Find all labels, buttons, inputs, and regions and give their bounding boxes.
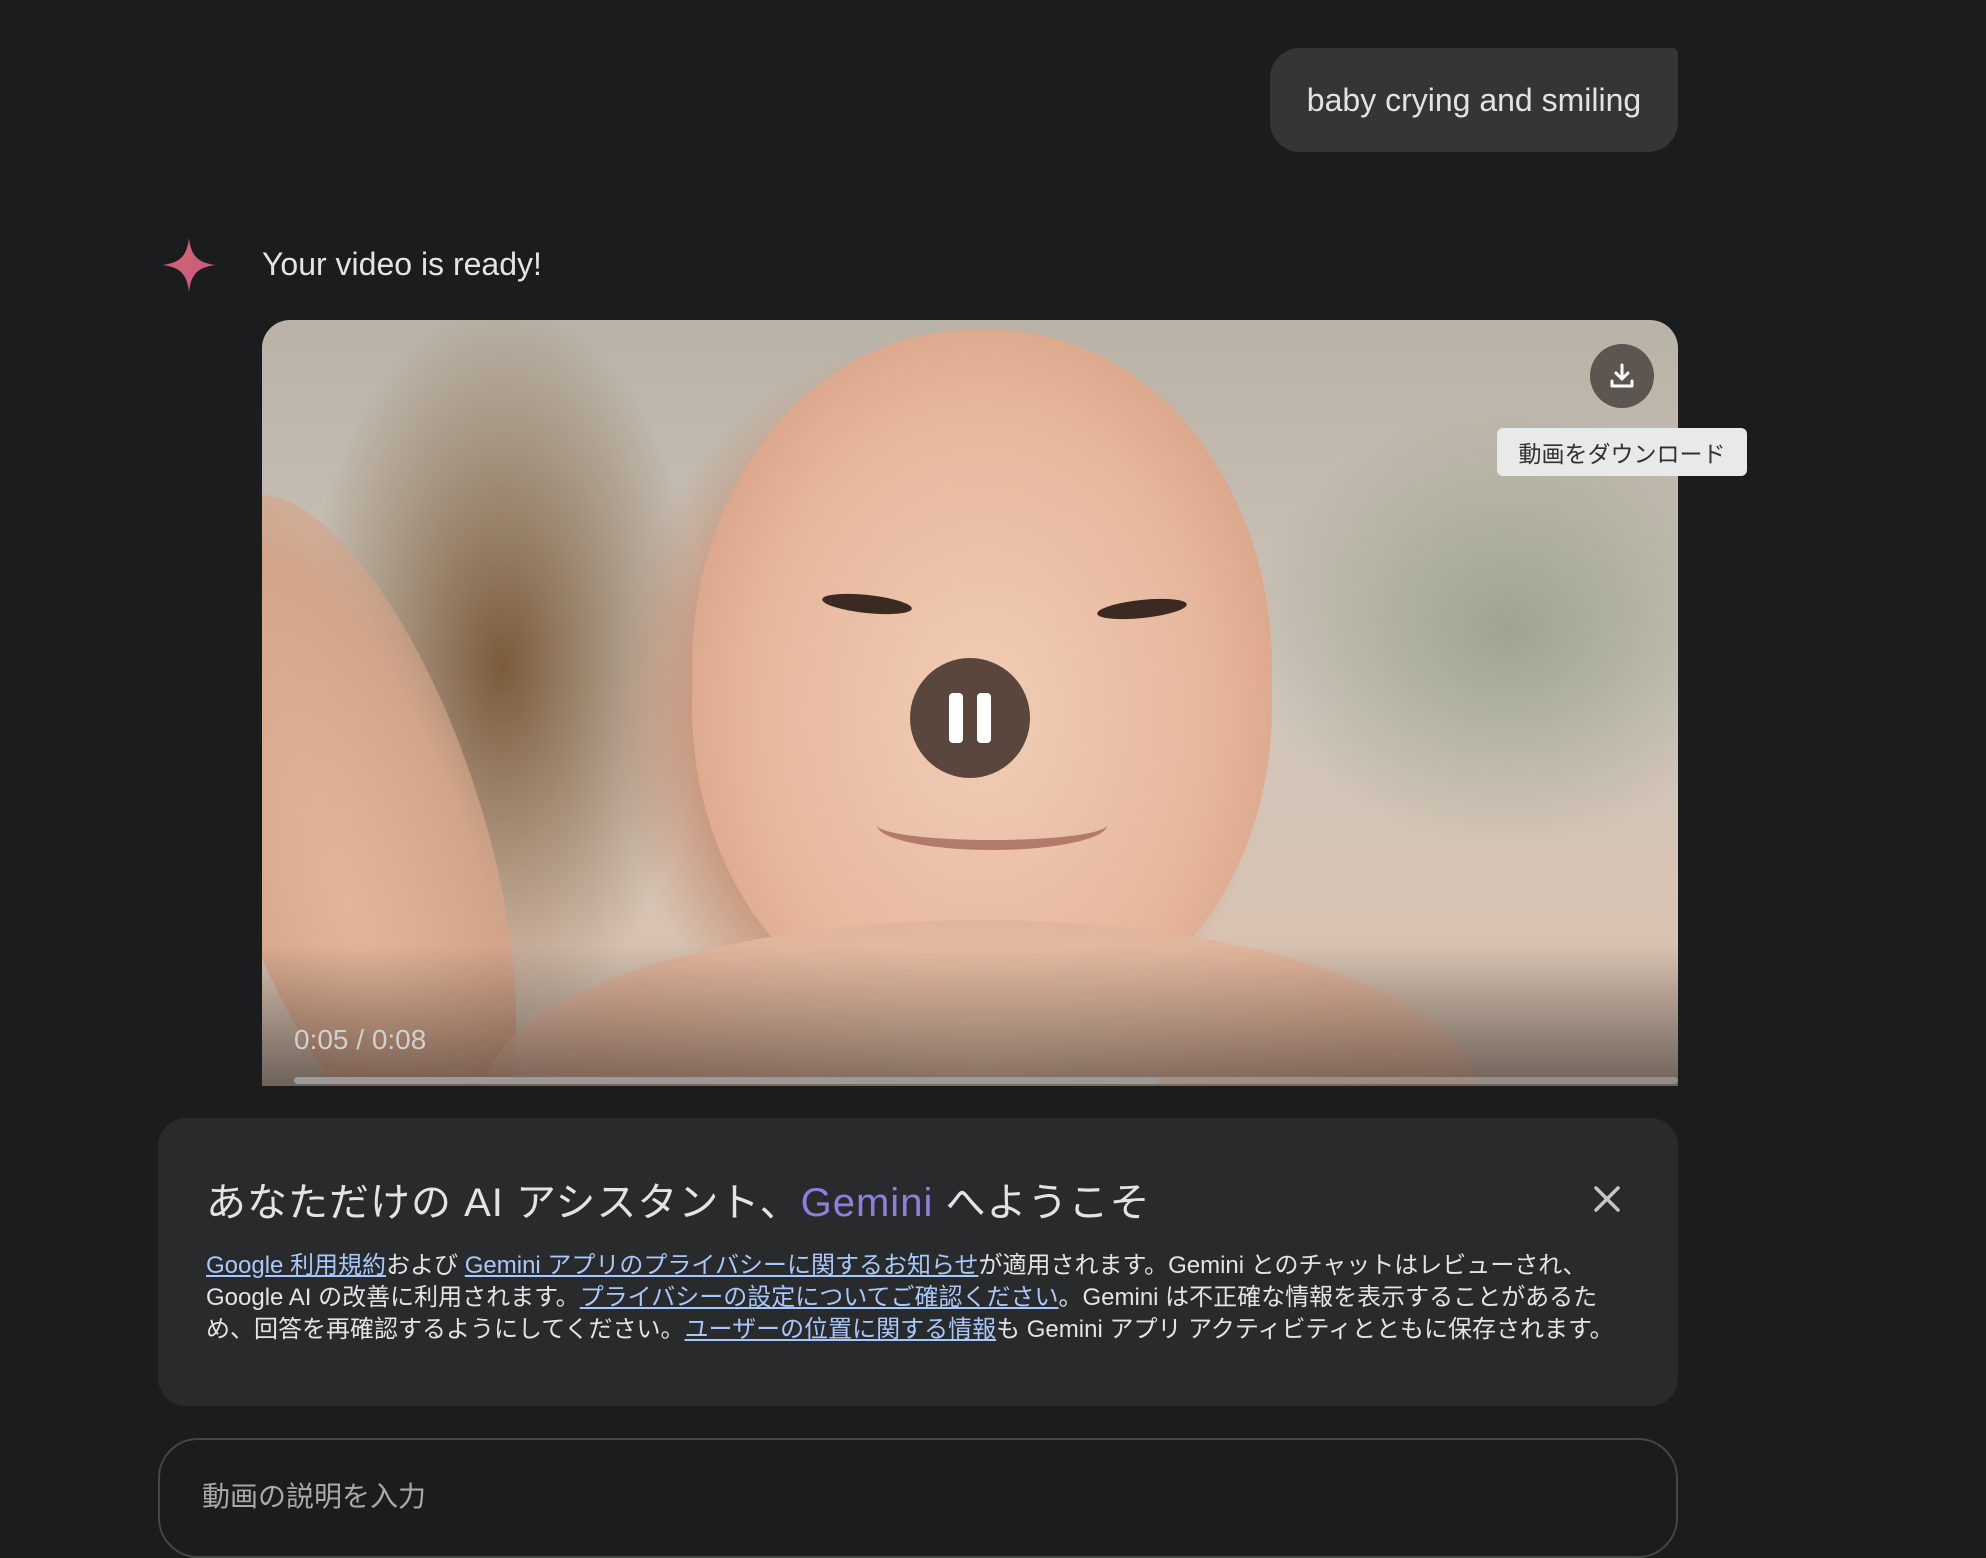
video-progress-fill — [294, 1077, 1159, 1084]
terms-link[interactable]: Google 利用規約 — [206, 1252, 386, 1279]
welcome-title: あなただけの AI アシスタント、Gemini へようこそ — [206, 1170, 1150, 1228]
close-welcome-button[interactable] — [1582, 1174, 1632, 1224]
close-icon — [1594, 1186, 1620, 1212]
privacy-settings-link[interactable]: プライバシーの設定についてご確認ください — [580, 1284, 1059, 1311]
gemini-sparkle-icon — [162, 238, 216, 292]
video-frame-mouth — [877, 800, 1107, 850]
welcome-title-prefix: あなただけの AI アシスタント、 — [206, 1181, 801, 1225]
video-description-input[interactable] — [200, 1476, 1404, 1518]
user-message-text: baby crying and smiling — [1306, 81, 1642, 118]
welcome-body: Google 利用規約および Gemini アプリのプライバシーに関するお知らせ… — [206, 1250, 1636, 1346]
welcome-text-saved: も Gemini アプリ アクティビティとともに保存されます。 — [996, 1316, 1614, 1343]
response-text: Your video is ready! — [262, 246, 542, 282]
privacy-notice-link[interactable]: Gemini アプリのプライバシーに関するお知らせ — [465, 1252, 979, 1279]
download-tooltip: 動画をダウンロード — [1497, 428, 1747, 476]
welcome-card: あなただけの AI アシスタント、Gemini へようこそ Google 利用規… — [158, 1118, 1678, 1406]
welcome-title-brand: Gemini — [800, 1181, 934, 1225]
download-icon — [1610, 363, 1634, 388]
video-time-display: 0:05 / 0:08 — [294, 1024, 427, 1055]
user-message-bubble: baby crying and smiling — [1270, 48, 1678, 152]
welcome-text-and: および — [386, 1252, 465, 1279]
welcome-title-suffix: へようこそ — [933, 1181, 1151, 1225]
video-bottom-shade — [262, 946, 1678, 1086]
prompt-box — [158, 1438, 1678, 1558]
pause-icon-bar — [977, 693, 991, 743]
pause-button[interactable] — [910, 658, 1030, 778]
location-info-link[interactable]: ユーザーの位置に関する情報 — [685, 1316, 997, 1343]
video-progress-bar[interactable] — [294, 1077, 1678, 1084]
download-video-button[interactable] — [1590, 344, 1654, 408]
pause-icon — [949, 693, 963, 743]
